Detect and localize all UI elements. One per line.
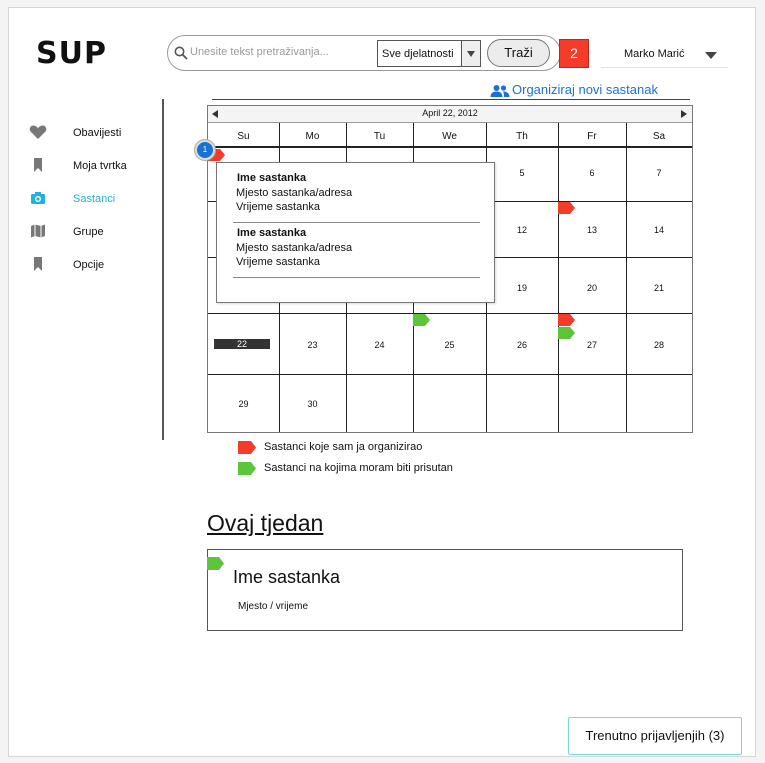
weekday-label: Fr bbox=[587, 131, 597, 142]
next-month-icon[interactable] bbox=[681, 110, 687, 118]
weekday-label: Sa bbox=[652, 131, 666, 142]
popup-meeting-time: Vrijeme sastanka bbox=[236, 256, 320, 268]
page: SUP Sve djelatnosti Traži 2 Marko Marić … bbox=[8, 7, 756, 757]
calendar-day[interactable]: 5 bbox=[486, 168, 558, 178]
sidebar-divider bbox=[162, 99, 164, 440]
category-select-value: Sve djelatnosti bbox=[382, 48, 454, 60]
calendar-day[interactable]: 26 bbox=[486, 340, 558, 350]
search-button[interactable]: Traži bbox=[487, 39, 550, 67]
search-input[interactable] bbox=[188, 45, 378, 59]
meeting-card-subtitle: Mjesto / vrijeme bbox=[238, 601, 309, 612]
map-icon bbox=[31, 224, 45, 238]
red-flag-icon bbox=[238, 441, 256, 454]
app-logo: SUP bbox=[36, 36, 107, 71]
notification-badge[interactable]: 2 bbox=[559, 39, 589, 68]
camera-icon bbox=[31, 192, 45, 204]
new-meeting-label: Organiziraj novi sastanak bbox=[512, 82, 658, 97]
calendar-day[interactable]: 21 bbox=[626, 283, 692, 293]
user-menu[interactable]: Marko Marić bbox=[601, 45, 728, 68]
calendar-header-line bbox=[208, 146, 692, 148]
sidebar-item-label: Opcije bbox=[73, 259, 105, 271]
legend-label: Sastanci koje sam ja organizirao bbox=[264, 441, 423, 453]
sidebar-item-opcije[interactable]: Opcije bbox=[29, 256, 159, 289]
calendar-day[interactable]: 24 bbox=[346, 340, 413, 350]
search-icon[interactable] bbox=[174, 46, 188, 60]
popup-meeting-title[interactable]: Ime sastanka bbox=[237, 227, 306, 239]
caret-down-icon[interactable] bbox=[705, 52, 717, 59]
weekday-label: Su bbox=[237, 131, 250, 142]
calendar-day[interactable]: 29 bbox=[208, 399, 279, 409]
meeting-popup: Ime sastanka Mjesto sastanka/adresa Vrij… bbox=[216, 162, 495, 303]
green-flag-icon bbox=[238, 462, 256, 475]
weekday-label: Th bbox=[516, 131, 528, 142]
calendar-day[interactable]: 12 bbox=[486, 225, 558, 235]
calendar-day[interactable]: 6 bbox=[558, 168, 626, 178]
calendar-day[interactable]: 27 bbox=[558, 340, 626, 350]
weekday-label: Tu bbox=[373, 131, 386, 142]
meeting-card[interactable]: Ime sastanka Mjesto / vrijeme bbox=[207, 549, 683, 631]
sidebar-item-moja-tvrtka[interactable]: Moja tvrtka bbox=[29, 157, 159, 190]
bookmark-icon bbox=[34, 257, 42, 271]
popup-meeting-place: Mjesto sastanka/adresa bbox=[236, 187, 353, 199]
calendar-header: April 22, 2012 bbox=[208, 106, 692, 123]
green-flag-icon[interactable] bbox=[413, 314, 431, 326]
green-flag-icon bbox=[207, 557, 224, 570]
calendar-title: April 22, 2012 bbox=[422, 108, 478, 118]
calendar-day[interactable]: 13 bbox=[558, 225, 626, 235]
weekday-label: Mo bbox=[305, 131, 320, 142]
chevron-down-icon[interactable] bbox=[461, 41, 480, 66]
sidebar-item-grupe[interactable]: Grupe bbox=[29, 223, 159, 256]
legend-label: Sastanci na kojima moram biti prisutan bbox=[264, 462, 453, 474]
sidebar-nav: Obavijesti Moja tvrtka Sastanci Grupe Op… bbox=[29, 124, 159, 289]
user-name: Marko Marić bbox=[624, 48, 685, 60]
calendar-day[interactable]: 19 bbox=[486, 283, 558, 293]
calendar-day[interactable]: 14 bbox=[626, 225, 692, 235]
bookmark-icon bbox=[34, 158, 42, 172]
calendar-day-today[interactable]: 22 bbox=[214, 339, 270, 349]
people-icon bbox=[490, 85, 510, 97]
weekday-label: We bbox=[442, 131, 457, 142]
red-flag-icon[interactable] bbox=[558, 202, 576, 214]
sidebar-item-obavijesti[interactable]: Obavijesti bbox=[29, 124, 159, 157]
this-week-title: Ovaj tjedan bbox=[207, 510, 324, 536]
sidebar-item-label: Obavijesti bbox=[73, 127, 122, 139]
popup-divider bbox=[233, 277, 480, 278]
grid-line bbox=[208, 374, 692, 375]
online-users-button[interactable]: Trenutno prijavljenjih (3) bbox=[568, 717, 742, 755]
calendar-day[interactable]: 20 bbox=[558, 283, 626, 293]
red-flag-icon[interactable] bbox=[558, 314, 576, 326]
popup-meeting-time: Vrijeme sastanka bbox=[236, 201, 320, 213]
popup-meeting-place: Mjesto sastanka/adresa bbox=[236, 242, 353, 254]
calendar-day[interactable]: 23 bbox=[279, 340, 346, 350]
calendar-day[interactable]: 28 bbox=[626, 340, 692, 350]
category-select[interactable]: Sve djelatnosti bbox=[377, 40, 481, 67]
sidebar-item-label: Grupe bbox=[73, 226, 104, 238]
event-count-badge[interactable]: 1 bbox=[194, 139, 216, 161]
heart-icon bbox=[29, 125, 47, 139]
event-count: 1 bbox=[197, 142, 213, 158]
search-bar: Sve djelatnosti Traži bbox=[167, 35, 561, 71]
calendar-day[interactable]: 25 bbox=[413, 340, 486, 350]
sidebar-item-label: Sastanci bbox=[73, 193, 116, 205]
calendar-day[interactable]: 7 bbox=[626, 168, 692, 178]
grid-line bbox=[208, 313, 692, 314]
sidebar-item-label: Moja tvrtka bbox=[73, 160, 127, 172]
popup-divider bbox=[233, 222, 480, 223]
meeting-card-title: Ime sastanka bbox=[233, 567, 341, 587]
green-flag-icon[interactable] bbox=[558, 327, 576, 339]
calendar-day[interactable]: 30 bbox=[279, 399, 346, 409]
popup-meeting-title[interactable]: Ime sastanka bbox=[237, 172, 306, 184]
content-divider bbox=[212, 99, 690, 100]
sidebar-item-sastanci[interactable]: Sastanci bbox=[29, 190, 159, 223]
